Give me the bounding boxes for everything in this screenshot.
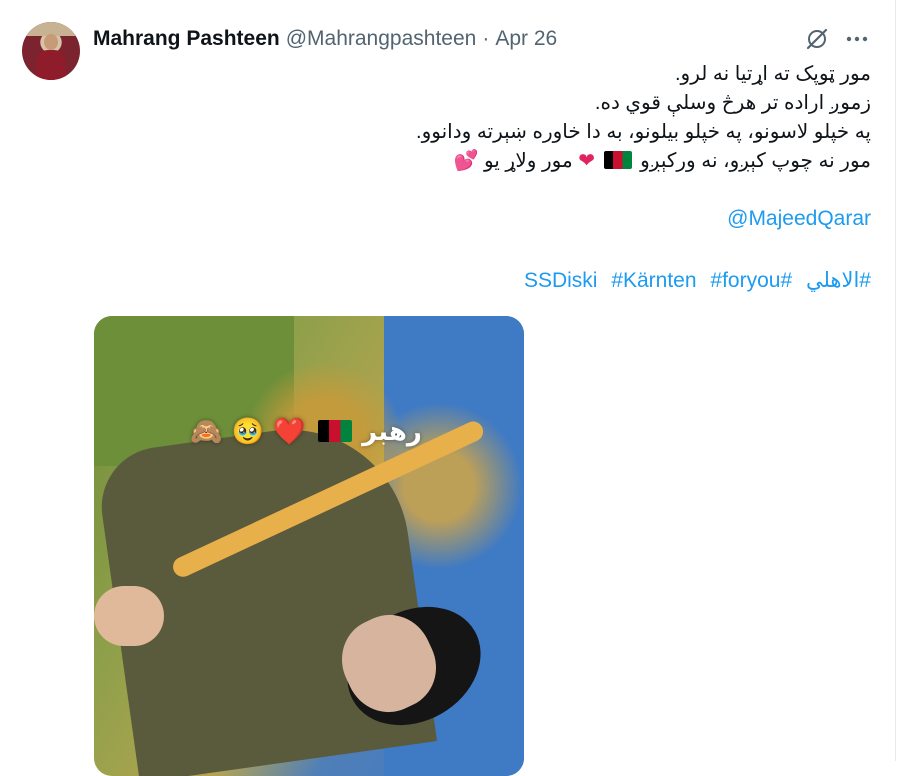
hashtag-foryou[interactable]: #foryou xyxy=(710,269,780,292)
media-hand xyxy=(94,586,164,646)
tweet-header: Mahrang Pashteen @Mahrangpashteen · Apr … xyxy=(93,26,557,52)
afghanistan-flag-icon xyxy=(317,420,352,442)
see-no-evil-monkey-emoji-icon: 🙈 xyxy=(190,416,223,446)
afghanistan-flag-icon xyxy=(603,151,632,169)
grok-icon[interactable] xyxy=(803,25,831,53)
avatar-face xyxy=(44,34,58,50)
more-icon[interactable] xyxy=(843,25,871,53)
separator-dot: · xyxy=(482,27,490,50)
pleading-face-emoji-icon: 🥹 xyxy=(231,416,264,446)
tweet-text: مور ټوپک ته اړتيا نه لرو. زموږ اراده تر … xyxy=(71,60,871,176)
hashtag-karnten[interactable]: #Kärnten xyxy=(611,269,696,292)
avatar-figure xyxy=(36,50,66,80)
overlay-text: رهبر xyxy=(362,416,422,446)
media-overlay-caption: رهبر ❤️ 🥹 🙈 xyxy=(190,416,422,447)
tweet-line-3: په خپلو لاسونو، په خپلو بیلونو، به دا خا… xyxy=(416,121,871,143)
red-heart-icon: ❤ xyxy=(578,150,596,172)
hashtag-alahli[interactable]: #الاهلي xyxy=(806,269,871,292)
tweet-line-2: زموږ اراده تر هرڅ وسلې قوي ده. xyxy=(594,92,871,114)
mention-link[interactable]: @MajeedQarar xyxy=(727,207,871,231)
red-heart-emoji-icon: ❤️ xyxy=(273,416,306,446)
author-handle[interactable]: @Mahrangpashteen xyxy=(286,27,477,51)
tweet-line-4-part-a: مور نه چوپ کېږو، نه ورکېږو xyxy=(640,150,871,172)
author-name[interactable]: Mahrang Pashteen xyxy=(93,27,280,51)
tweet-date[interactable]: Apr 26 xyxy=(495,27,557,51)
tweet-line-1: مور ټوپک ته اړتيا نه لرو. xyxy=(675,63,871,85)
tweet-line-4: مور نه چوپ کېږو، نه ورکېږو ❤ مور ولاړ یو… xyxy=(71,147,871,176)
two-hearts-icon: 💕 xyxy=(453,150,479,172)
hashtag-row: #الاهلي #SSDiski #Kärnten #foryou xyxy=(516,268,871,293)
tweet-card[interactable]: Mahrang Pashteen @Mahrangpashteen · Apr … xyxy=(0,0,896,776)
tweet-media-video[interactable]: رهبر ❤️ 🥹 🙈 xyxy=(94,316,524,776)
tweet-line-4-part-b: مور ولاړ یو xyxy=(483,150,573,172)
